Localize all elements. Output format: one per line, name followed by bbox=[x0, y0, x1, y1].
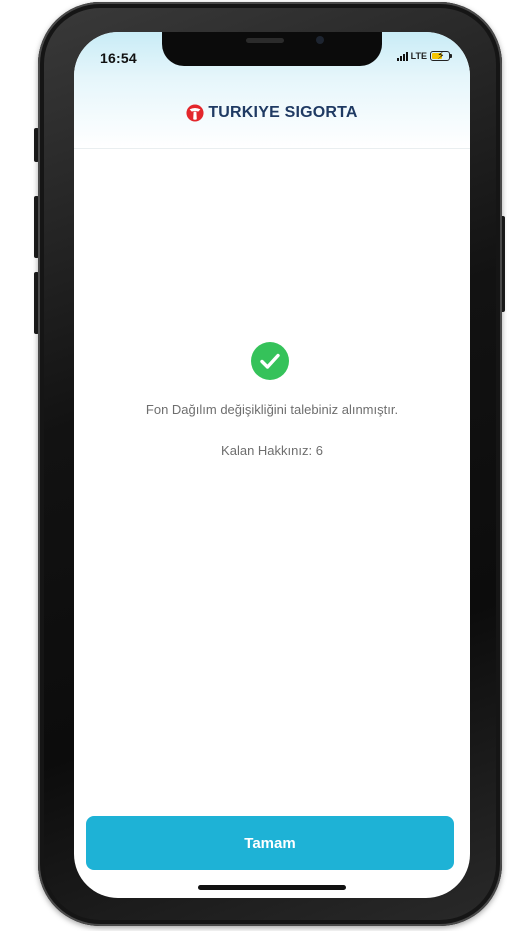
brand-name: TURKIYE SIGORTA bbox=[208, 104, 358, 121]
brand-header: TURKIYE SIGORTA bbox=[74, 104, 470, 122]
app-screen: 16:54 LTE ⚡ TURKIYE SIGORTA Fon Dağılım … bbox=[74, 32, 470, 898]
remaining-rights: Kalan Hakkınız: 6 bbox=[221, 443, 323, 458]
home-indicator[interactable] bbox=[198, 885, 346, 890]
ok-button[interactable]: Tamam bbox=[86, 816, 454, 870]
check-circle-icon bbox=[251, 342, 289, 380]
status-time: 16:54 bbox=[100, 50, 137, 66]
status-indicators: LTE ⚡ bbox=[396, 50, 452, 62]
charging-icon: ⚡ bbox=[437, 50, 445, 62]
network-label: LTE bbox=[410, 51, 427, 61]
speaker-grille bbox=[246, 38, 284, 43]
notch bbox=[162, 32, 382, 66]
battery-icon: ⚡ bbox=[430, 50, 452, 62]
camera-icon bbox=[316, 36, 324, 44]
signal-icon bbox=[396, 51, 408, 61]
device-mockup: 16:54 LTE ⚡ TURKIYE SIGORTA Fon Dağılım … bbox=[0, 0, 516, 931]
success-message: Fon Dağılım değişikliğini talebiniz alın… bbox=[145, 402, 399, 417]
logo-icon bbox=[186, 104, 204, 122]
